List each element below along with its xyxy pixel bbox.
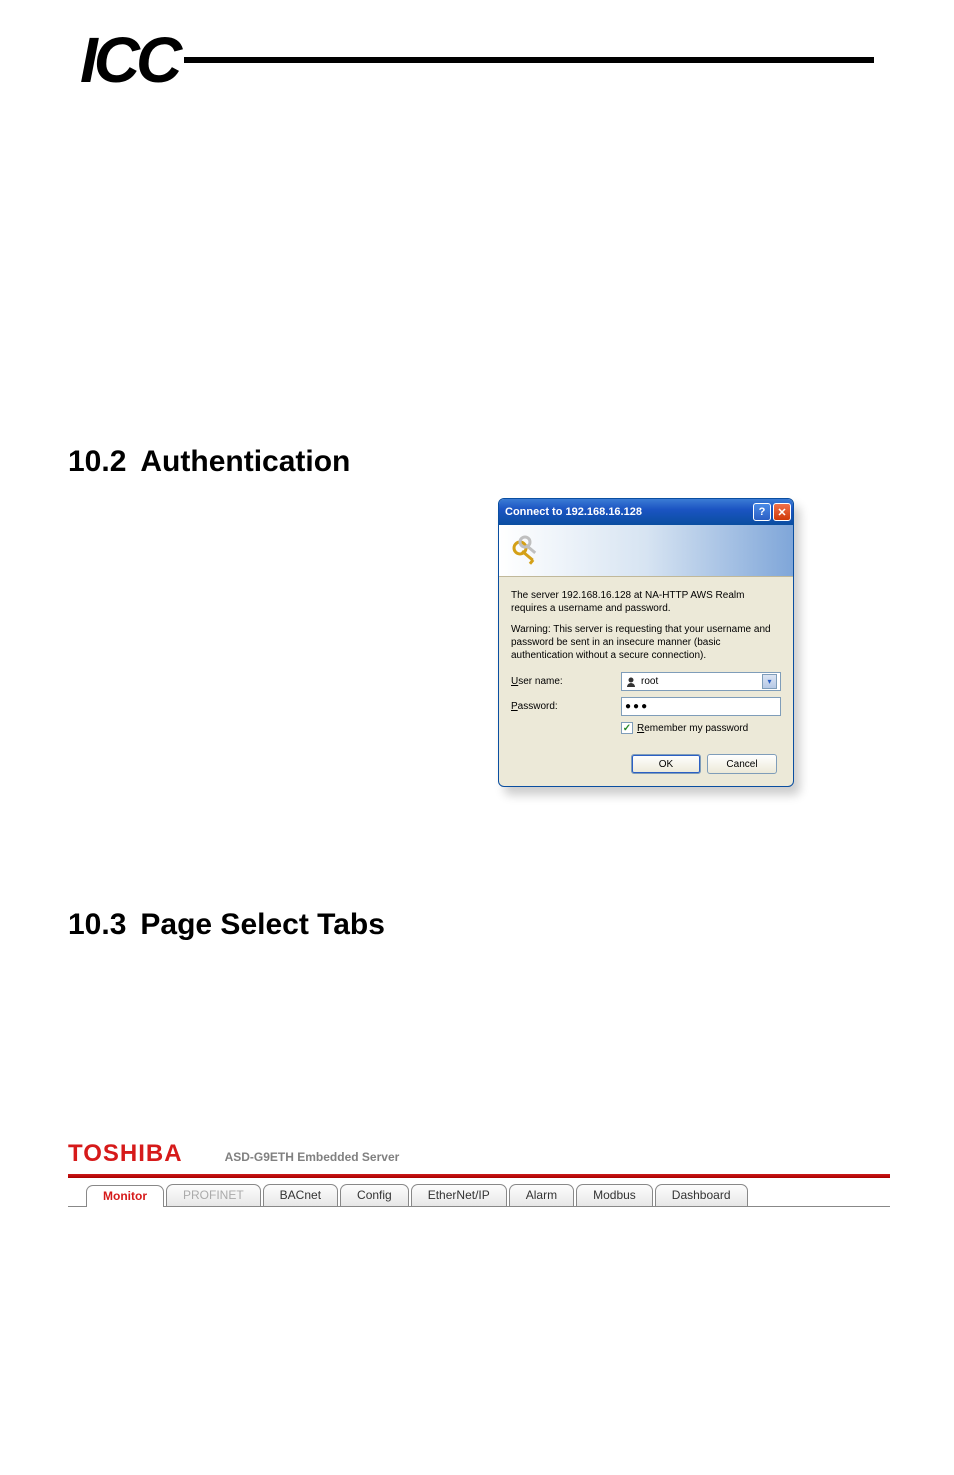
accent-bar — [68, 1174, 890, 1178]
toshiba-logo: TOSHIBA — [68, 1140, 183, 1168]
close-button[interactable]: ✕ — [773, 503, 791, 521]
tabs-figure: TOSHIBA ASD-G9ETH Embedded Server Monito… — [68, 1140, 890, 1225]
auth-dialog: Connect to 192.168.16.128 ? ✕ The server… — [498, 498, 794, 787]
section-number: 10.2 — [68, 445, 126, 479]
password-label: Password: — [511, 701, 621, 712]
keys-icon — [509, 533, 545, 569]
dialog-message-2: Warning: This server is requesting that … — [511, 623, 781, 662]
section-number: 10.3 — [68, 908, 126, 942]
section-title: Authentication — [140, 445, 350, 479]
username-input[interactable]: root ▾ — [621, 672, 781, 691]
username-label-rest: ser name: — [518, 676, 562, 687]
dialog-title: Connect to 192.168.16.128 — [505, 506, 751, 518]
tab-config[interactable]: Config — [340, 1184, 409, 1206]
tab-bacnet[interactable]: BACnet — [263, 1184, 338, 1206]
dialog-titlebar[interactable]: Connect to 192.168.16.128 ? ✕ — [499, 499, 793, 525]
dialog-button-row: OK Cancel — [511, 754, 781, 774]
tab-profinet[interactable]: PROFINET — [166, 1184, 261, 1206]
remember-row: ✓ Remember my password — [621, 722, 781, 734]
tab-ethernetip[interactable]: EtherNet/IP — [411, 1184, 507, 1206]
panel-edge — [68, 1207, 890, 1225]
username-dropdown-button[interactable]: ▾ — [762, 674, 777, 689]
tab-dashboard[interactable]: Dashboard — [655, 1184, 748, 1206]
tab-alarm[interactable]: Alarm — [509, 1184, 574, 1206]
section-heading-page-select-tabs: 10.3 Page Select Tabs — [68, 908, 385, 942]
password-input[interactable]: ●●● — [621, 697, 781, 716]
section-title: Page Select Tabs — [140, 908, 385, 942]
tab-monitor[interactable]: Monitor — [86, 1185, 164, 1207]
password-label-rest: assword: — [518, 701, 558, 712]
auth-dialog-figure: Connect to 192.168.16.128 ? ✕ The server… — [498, 498, 804, 795]
remember-label-rest: emember my password — [644, 723, 748, 734]
page-header: ICC — [80, 30, 874, 90]
dialog-banner — [499, 525, 793, 577]
ok-button[interactable]: OK — [631, 754, 701, 774]
username-row: User name: root ▾ — [511, 672, 781, 691]
brand-row: TOSHIBA ASD-G9ETH Embedded Server — [68, 1140, 890, 1168]
person-icon — [625, 676, 637, 688]
help-button[interactable]: ? — [753, 503, 771, 521]
dialog-body: The server 192.168.16.128 at NA-HTTP AWS… — [499, 577, 793, 786]
header-rule — [184, 57, 874, 63]
remember-checkbox[interactable]: ✓ — [621, 722, 633, 734]
username-value: root — [641, 676, 658, 687]
server-title: ASD-G9ETH Embedded Server — [225, 1150, 400, 1164]
password-value: ●●● — [625, 701, 649, 712]
tab-modbus[interactable]: Modbus — [576, 1184, 653, 1206]
username-label: User name: — [511, 676, 621, 687]
tabs-row: Monitor PROFINET BACnet Config EtherNet/… — [68, 1184, 890, 1207]
password-accel: P — [511, 701, 518, 712]
cancel-button[interactable]: Cancel — [707, 754, 777, 774]
icc-logo: ICC — [80, 23, 178, 97]
password-row: Password: ●●● — [511, 697, 781, 716]
dialog-message-1: The server 192.168.16.128 at NA-HTTP AWS… — [511, 589, 781, 615]
remember-label: Remember my password — [637, 723, 748, 734]
section-heading-authentication: 10.2 Authentication — [68, 445, 350, 479]
